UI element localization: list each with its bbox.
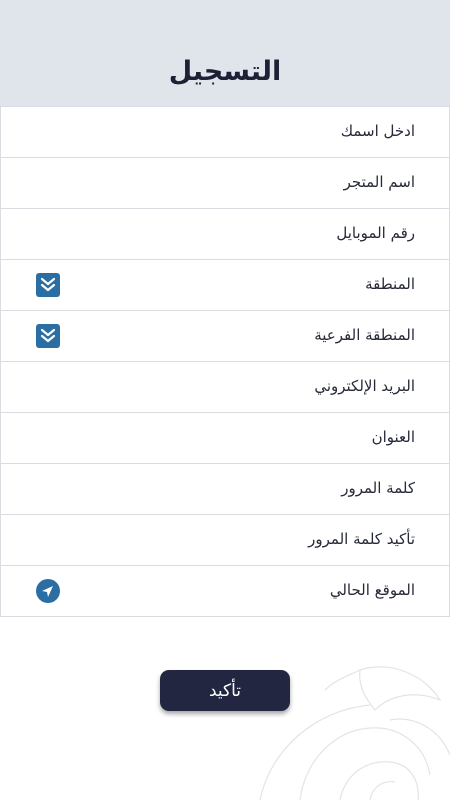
password-field[interactable]: كلمة المرور <box>0 464 450 515</box>
current-location-field[interactable]: الموقع الحالي <box>0 566 450 617</box>
subregion-select-label: المنطقة الفرعية <box>314 326 415 344</box>
mobile-field[interactable]: رقم الموبايل <box>0 209 450 260</box>
confirm-password-field[interactable]: تأكيد كلمة المرور <box>0 515 450 566</box>
page-title: التسجيل <box>168 56 282 87</box>
region-select-label: المنطقة <box>365 275 415 293</box>
page-header: التسجيل <box>0 0 450 106</box>
store-name-field-label: اسم المتجر <box>343 173 415 191</box>
location-arrow-icon[interactable] <box>36 579 60 603</box>
current-location-field-label: الموقع الحالي <box>329 581 415 599</box>
name-field[interactable]: ادخل اسمك <box>0 107 450 158</box>
confirm-password-field-label: تأكيد كلمة المرور <box>308 530 415 548</box>
address-field-label: العنوان <box>371 428 415 446</box>
confirm-button[interactable]: تأكيد <box>160 670 290 711</box>
password-field-label: كلمة المرور <box>341 479 415 497</box>
registration-form: ادخل اسمك اسم المتجر رقم الموبايل المنطق… <box>0 106 450 617</box>
address-field[interactable]: العنوان <box>0 413 450 464</box>
region-select[interactable]: المنطقة <box>0 260 450 311</box>
mobile-field-label: رقم الموبايل <box>336 224 415 242</box>
name-field-label: ادخل اسمك <box>340 122 415 140</box>
email-field-label: البريد الإلكتروني <box>314 377 415 395</box>
email-field[interactable]: البريد الإلكتروني <box>0 362 450 413</box>
subregion-select[interactable]: المنطقة الفرعية <box>0 311 450 362</box>
store-name-field[interactable]: اسم المتجر <box>0 158 450 209</box>
double-chevron-down-icon[interactable] <box>36 273 60 297</box>
double-chevron-down-icon[interactable] <box>36 324 60 348</box>
